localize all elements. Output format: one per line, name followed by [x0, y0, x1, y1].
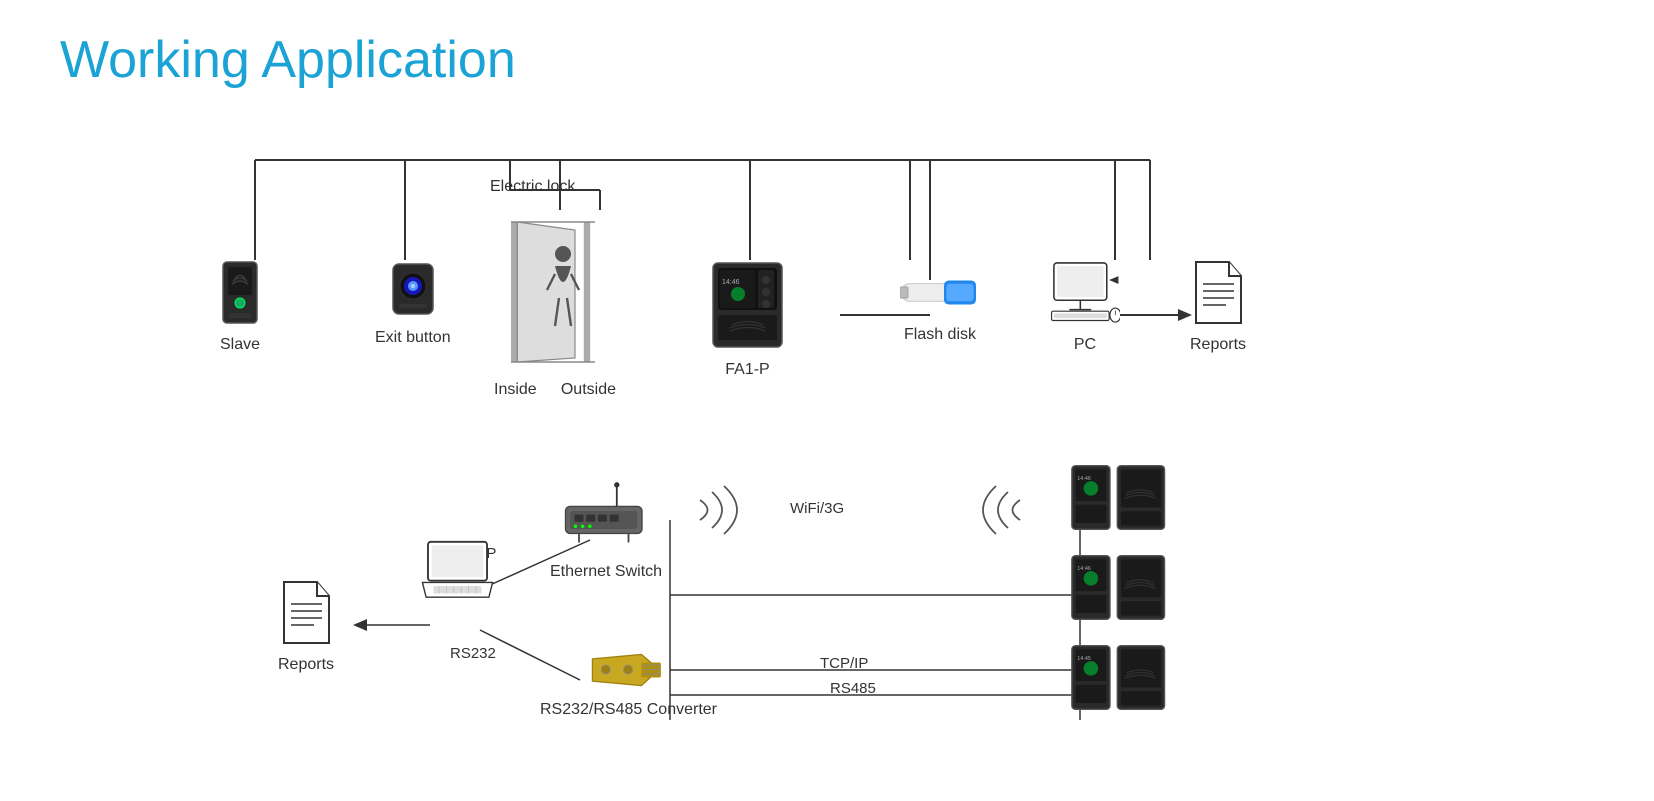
slave-device: Slave [220, 260, 260, 354]
device3: 14:45 [1070, 640, 1170, 720]
svg-text:14:46: 14:46 [1077, 476, 1091, 482]
wifi-label: WiFi/3G [790, 500, 844, 517]
electric-lock-label: Electric lock [490, 178, 575, 196]
rs232-label: RS232 [450, 645, 496, 662]
ethernet-switch-device: Ethernet Switch [550, 480, 662, 581]
door-device: Inside Outside [490, 210, 620, 375]
device1: 14:46 [1070, 460, 1170, 540]
outside-label: Outside [561, 381, 616, 399]
pc-device: PC [1050, 260, 1120, 354]
laptop-device [420, 540, 495, 605]
bottom-diagram: TCP/IP TCP/IP WiFi/3G RS232 RS485 Report… [60, 440, 1610, 780]
svg-text:14:46: 14:46 [1077, 566, 1091, 572]
svg-text:14:45: 14:45 [1077, 656, 1091, 662]
top-diagram: Electric lock Slave [60, 130, 1610, 440]
device2: 14:46 [1070, 550, 1170, 630]
reports-top-device: Reports [1190, 260, 1246, 354]
inside-label: Inside [494, 381, 537, 399]
svg-text:14:46: 14:46 [722, 279, 740, 286]
page-title: Working Application [60, 30, 516, 90]
exit-button-device: Exit button [375, 260, 451, 347]
flash-disk-device: Flash disk [900, 270, 980, 344]
rs232-converter-device: RS232/RS485 Converter [540, 650, 717, 719]
tcpip-label-2: TCP/IP [820, 655, 868, 672]
reports-bottom-device: Reports [278, 580, 334, 674]
fa1p-device: 14:46 FA1-P [710, 260, 785, 379]
rs485-label: RS485 [830, 680, 876, 697]
